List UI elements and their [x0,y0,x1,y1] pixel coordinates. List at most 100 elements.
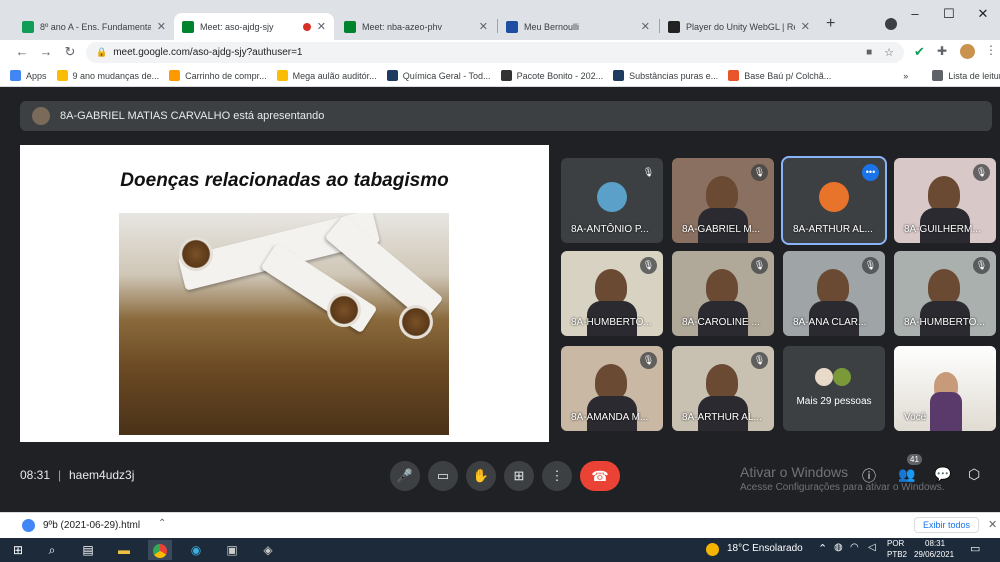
reload-icon[interactable]: ↻ [60,44,80,60]
tab-meet-active[interactable]: Meet: aso-ajdg-sjy ✕ [174,13,334,40]
bookmark-label: Carrinho de compr... [185,70,267,81]
bookmark-label: Química Geral - Tod... [402,70,491,81]
bookmark-label: Substâncias puras e... [629,70,719,81]
tab-bernoulli[interactable]: Meu Bernoulli ✕ [498,13,658,40]
tray-chevron-icon[interactable]: ⌃ [818,542,827,555]
maximize-icon[interactable]: ☐ [932,6,966,22]
check-extension-icon[interactable]: ✔ [914,44,925,60]
bookmark-item[interactable]: Base Baú p/ Colchã... [728,70,831,81]
download-filename[interactable]: 9ºb (2021-06-29).html [43,520,140,531]
tab-title: Player do Unity WebGL | Reci [686,21,795,32]
people-icon[interactable]: 👥 [898,466,915,483]
close-window-icon[interactable]: ✕ [966,6,1000,22]
wifi-icon[interactable]: ◠ [850,542,859,553]
store-icon [728,70,740,81]
search-icon[interactable]: ⌕ [40,540,64,560]
app-icon[interactable]: ▣ [220,540,244,560]
apps-icon [10,70,21,81]
tab-title: Meu Bernoulli [524,21,580,32]
participant-tile[interactable]: 🎙 8A-CAROLINE ... [672,251,774,336]
reading-list[interactable]: Lista de leitura [932,70,1000,81]
participant-tile[interactable]: 🎙 8A-HUMBERTO... [561,251,663,336]
tab-unity[interactable]: Player do Unity WebGL | Reci ✕ [660,13,818,40]
bookmark-item[interactable]: 9 ano mudanças de... [56,70,159,81]
self-tile[interactable]: Você [894,346,996,431]
bookmark-item[interactable]: Carrinho de compr... [169,70,267,81]
raise-hand-button[interactable]: ✋ [466,461,496,491]
recording-icon [302,22,311,31]
muted-mic-icon: 🎙 [640,257,657,274]
participant-tile[interactable]: 🎙 8A-GUILHERM... [894,158,996,243]
language-label[interactable]: POR [887,539,904,548]
network-icon[interactable]: ◍ [834,542,843,553]
close-icon[interactable]: ✕ [801,20,810,33]
app-icon[interactable]: ◈ [256,540,280,560]
camera-icon[interactable]: ■ [866,47,872,58]
volume-icon[interactable]: ◁ [868,542,876,553]
participant-tile[interactable]: 🎙 8A-AMANDA M... [561,346,663,431]
bernoulli-icon [506,20,518,33]
close-icon[interactable]: ✕ [641,20,650,33]
close-icon[interactable]: ✕ [157,20,166,33]
star-icon[interactable]: ☆ [884,46,894,59]
more-options-button[interactable]: ⋮ [542,461,572,491]
participant-video [706,176,738,212]
muted-mic-icon: 🎙 [640,352,657,369]
participant-tile[interactable]: 🎙 8A-HUMBERTO... [894,251,996,336]
end-call-button[interactable]: ☎ [580,461,620,491]
weather-text[interactable]: 18°C Ensolarado [727,543,803,554]
info-icon[interactable]: ⓘ [862,466,876,486]
file-explorer-icon[interactable]: ▬ [112,540,136,560]
new-tab-button[interactable]: + [826,15,835,33]
clock-time[interactable]: 08:31 [925,539,945,548]
chrome-icon[interactable] [148,540,172,560]
lock-icon: 🔒 [96,47,108,57]
clock-date[interactable]: 29/06/2021 [914,550,954,559]
bookmark-item[interactable]: Substâncias puras e... [613,70,718,81]
participant-tile[interactable]: ••• 8A-ARTHUR AL... [781,156,887,245]
profile-menu-icon[interactable] [885,18,897,30]
bookmark-item[interactable]: Mega aulão auditór... [276,70,377,81]
chat-icon[interactable]: 💬 [934,466,951,483]
muted-mic-icon: 🎙 [973,257,990,274]
participant-tile[interactable]: 🎙 8A-GABRIEL M... [672,158,774,243]
windows-start-icon[interactable]: ⊞ [6,540,30,560]
participant-tile[interactable]: 🎙 8A-ARTHUR AL... [672,346,774,431]
show-all-button[interactable]: Exibir todos [914,517,980,533]
activation-subtitle: Acesse Configurações para ativar o Windo… [740,482,945,493]
bookmark-item[interactable]: Química Geral - Tod... [386,70,491,81]
activities-icon[interactable]: ⬡ [968,466,980,483]
bookmarks-overflow-icon[interactable]: » [903,71,908,81]
tab-classroom[interactable]: 8º ano A - Ens. Fundamental ✕ [14,13,174,40]
more-people-tile[interactable]: Mais 29 pessoas [783,346,885,431]
menu-icon[interactable]: ⋮ [985,43,997,57]
meeting-code: haem4udz3j [69,468,135,482]
present-button[interactable]: ⊞ [504,461,534,491]
avatar[interactable] [960,44,975,59]
bookmark-apps[interactable]: Apps [10,70,47,81]
keyboard-layout-label[interactable]: PTB2 [887,550,907,559]
participant-name: 8A-GUILHERM... [904,224,981,235]
tab-meet-2[interactable]: Meet: nba-azeo-phv ✕ [336,13,496,40]
extensions-icon[interactable]: ✚ [937,44,947,58]
close-icon[interactable]: ✕ [479,20,488,33]
minimize-icon[interactable]: – [898,6,932,22]
forward-icon[interactable]: → [36,44,56,59]
participant-tile[interactable]: 🎙 8A-ANA CLAR... [783,251,885,336]
close-icon[interactable]: ✕ [317,20,326,33]
microphone-button[interactable]: 🎤 [390,461,420,491]
back-icon[interactable]: ← [12,44,32,59]
presentation-slide[interactable]: Doenças relacionadas ao tabagismo [20,145,549,442]
tab-title: 8º ano A - Ens. Fundamental [40,21,151,32]
close-icon[interactable]: ✕ [988,518,997,531]
edge-icon[interactable]: ◉ [184,540,208,560]
task-view-icon[interactable]: ▤ [76,540,100,560]
bookmark-item[interactable]: Pacote Bonito - 202... [500,70,603,81]
more-options-icon[interactable]: ••• [862,164,879,181]
chevron-up-icon[interactable]: ⌃ [158,518,166,529]
participant-tile[interactable]: 🎙 8A-ANTÔNIO P... [561,158,663,243]
notifications-icon[interactable]: ▭ [970,542,980,555]
address-bar[interactable]: 🔒 meet.google.com/aso-ajdg-sjy?authuser=… [86,42,904,63]
muted-mic-icon: 🎙 [751,164,768,181]
camera-button[interactable]: ▭ [428,461,458,491]
